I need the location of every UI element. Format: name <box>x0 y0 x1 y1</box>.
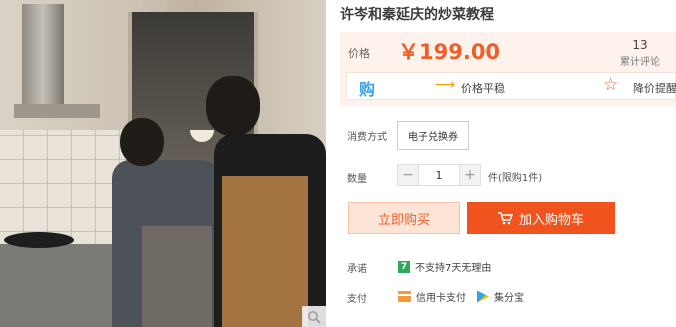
price-label: 价格 <box>348 47 370 60</box>
quantity-label: 数量 <box>347 174 367 185</box>
quantity-input[interactable]: 1 <box>419 164 459 186</box>
cart-icon <box>497 211 513 224</box>
zoom-button[interactable] <box>302 306 326 327</box>
return-policy-text: 不支持7天无理由 <box>415 263 492 274</box>
price-box: 价格 ￥199.00 13 累计评论 购 ⟶ 价格平稳 ☆ 降价提醒 <box>340 32 676 106</box>
payment-label: 支付 <box>347 294 367 305</box>
shopping-tag-icon: 购 <box>359 80 376 99</box>
decrement-button[interactable]: − <box>397 164 419 186</box>
product-title: 许岑和秦延庆的炒菜教程 <box>340 7 494 23</box>
price-value: ￥199.00 <box>398 40 501 64</box>
payment-method-label: 集分宝 <box>494 293 524 304</box>
star-icon[interactable]: ☆ <box>603 75 618 95</box>
magnifier-icon <box>308 310 321 324</box>
review-count: 13 <box>632 38 648 52</box>
product-image[interactable] <box>0 0 326 327</box>
promise-label: 承诺 <box>347 264 367 275</box>
arrow-right-icon: ⟶ <box>435 77 456 93</box>
purchase-method-label: 消费方式 <box>347 132 387 143</box>
add-to-cart-button[interactable]: 加入购物车 <box>467 202 615 234</box>
quantity-stepper: − 1 + <box>397 164 481 186</box>
photo-range-hood <box>22 4 64 114</box>
add-to-cart-label: 加入购物车 <box>518 212 584 228</box>
photo-counter <box>0 244 118 327</box>
increment-button[interactable]: + <box>459 164 481 186</box>
credit-card-icon <box>398 291 411 302</box>
purchase-option-button[interactable]: 电子兑换券 <box>397 121 469 150</box>
buy-now-button[interactable]: 立即购买 <box>348 202 460 234</box>
jifenbao-icon <box>477 290 489 303</box>
review-summary[interactable]: 13 累计评论 <box>620 38 660 68</box>
photo-hood-bar <box>14 104 100 118</box>
review-label: 累计评论 <box>620 57 660 68</box>
purchase-limit-text: 件(限购1件) <box>488 173 543 184</box>
payment-method-label: 信用卡支付 <box>416 293 466 304</box>
photo-pan <box>4 232 74 248</box>
seven-day-badge-icon: 7 <box>398 260 410 273</box>
price-alert-link[interactable]: 降价提醒 <box>633 80 676 96</box>
photo-cook-right <box>200 76 326 327</box>
price-trend-text[interactable]: 价格平稳 <box>461 80 505 96</box>
payment-method-credit-card[interactable]: 信用卡支付 <box>398 289 466 304</box>
return-policy: 7 不支持7天无理由 <box>398 259 491 274</box>
payment-method-jifenbao[interactable]: 集分宝 <box>477 289 524 304</box>
price-trend-strip: 购 ⟶ 价格平稳 ☆ 降价提醒 <box>346 72 676 100</box>
